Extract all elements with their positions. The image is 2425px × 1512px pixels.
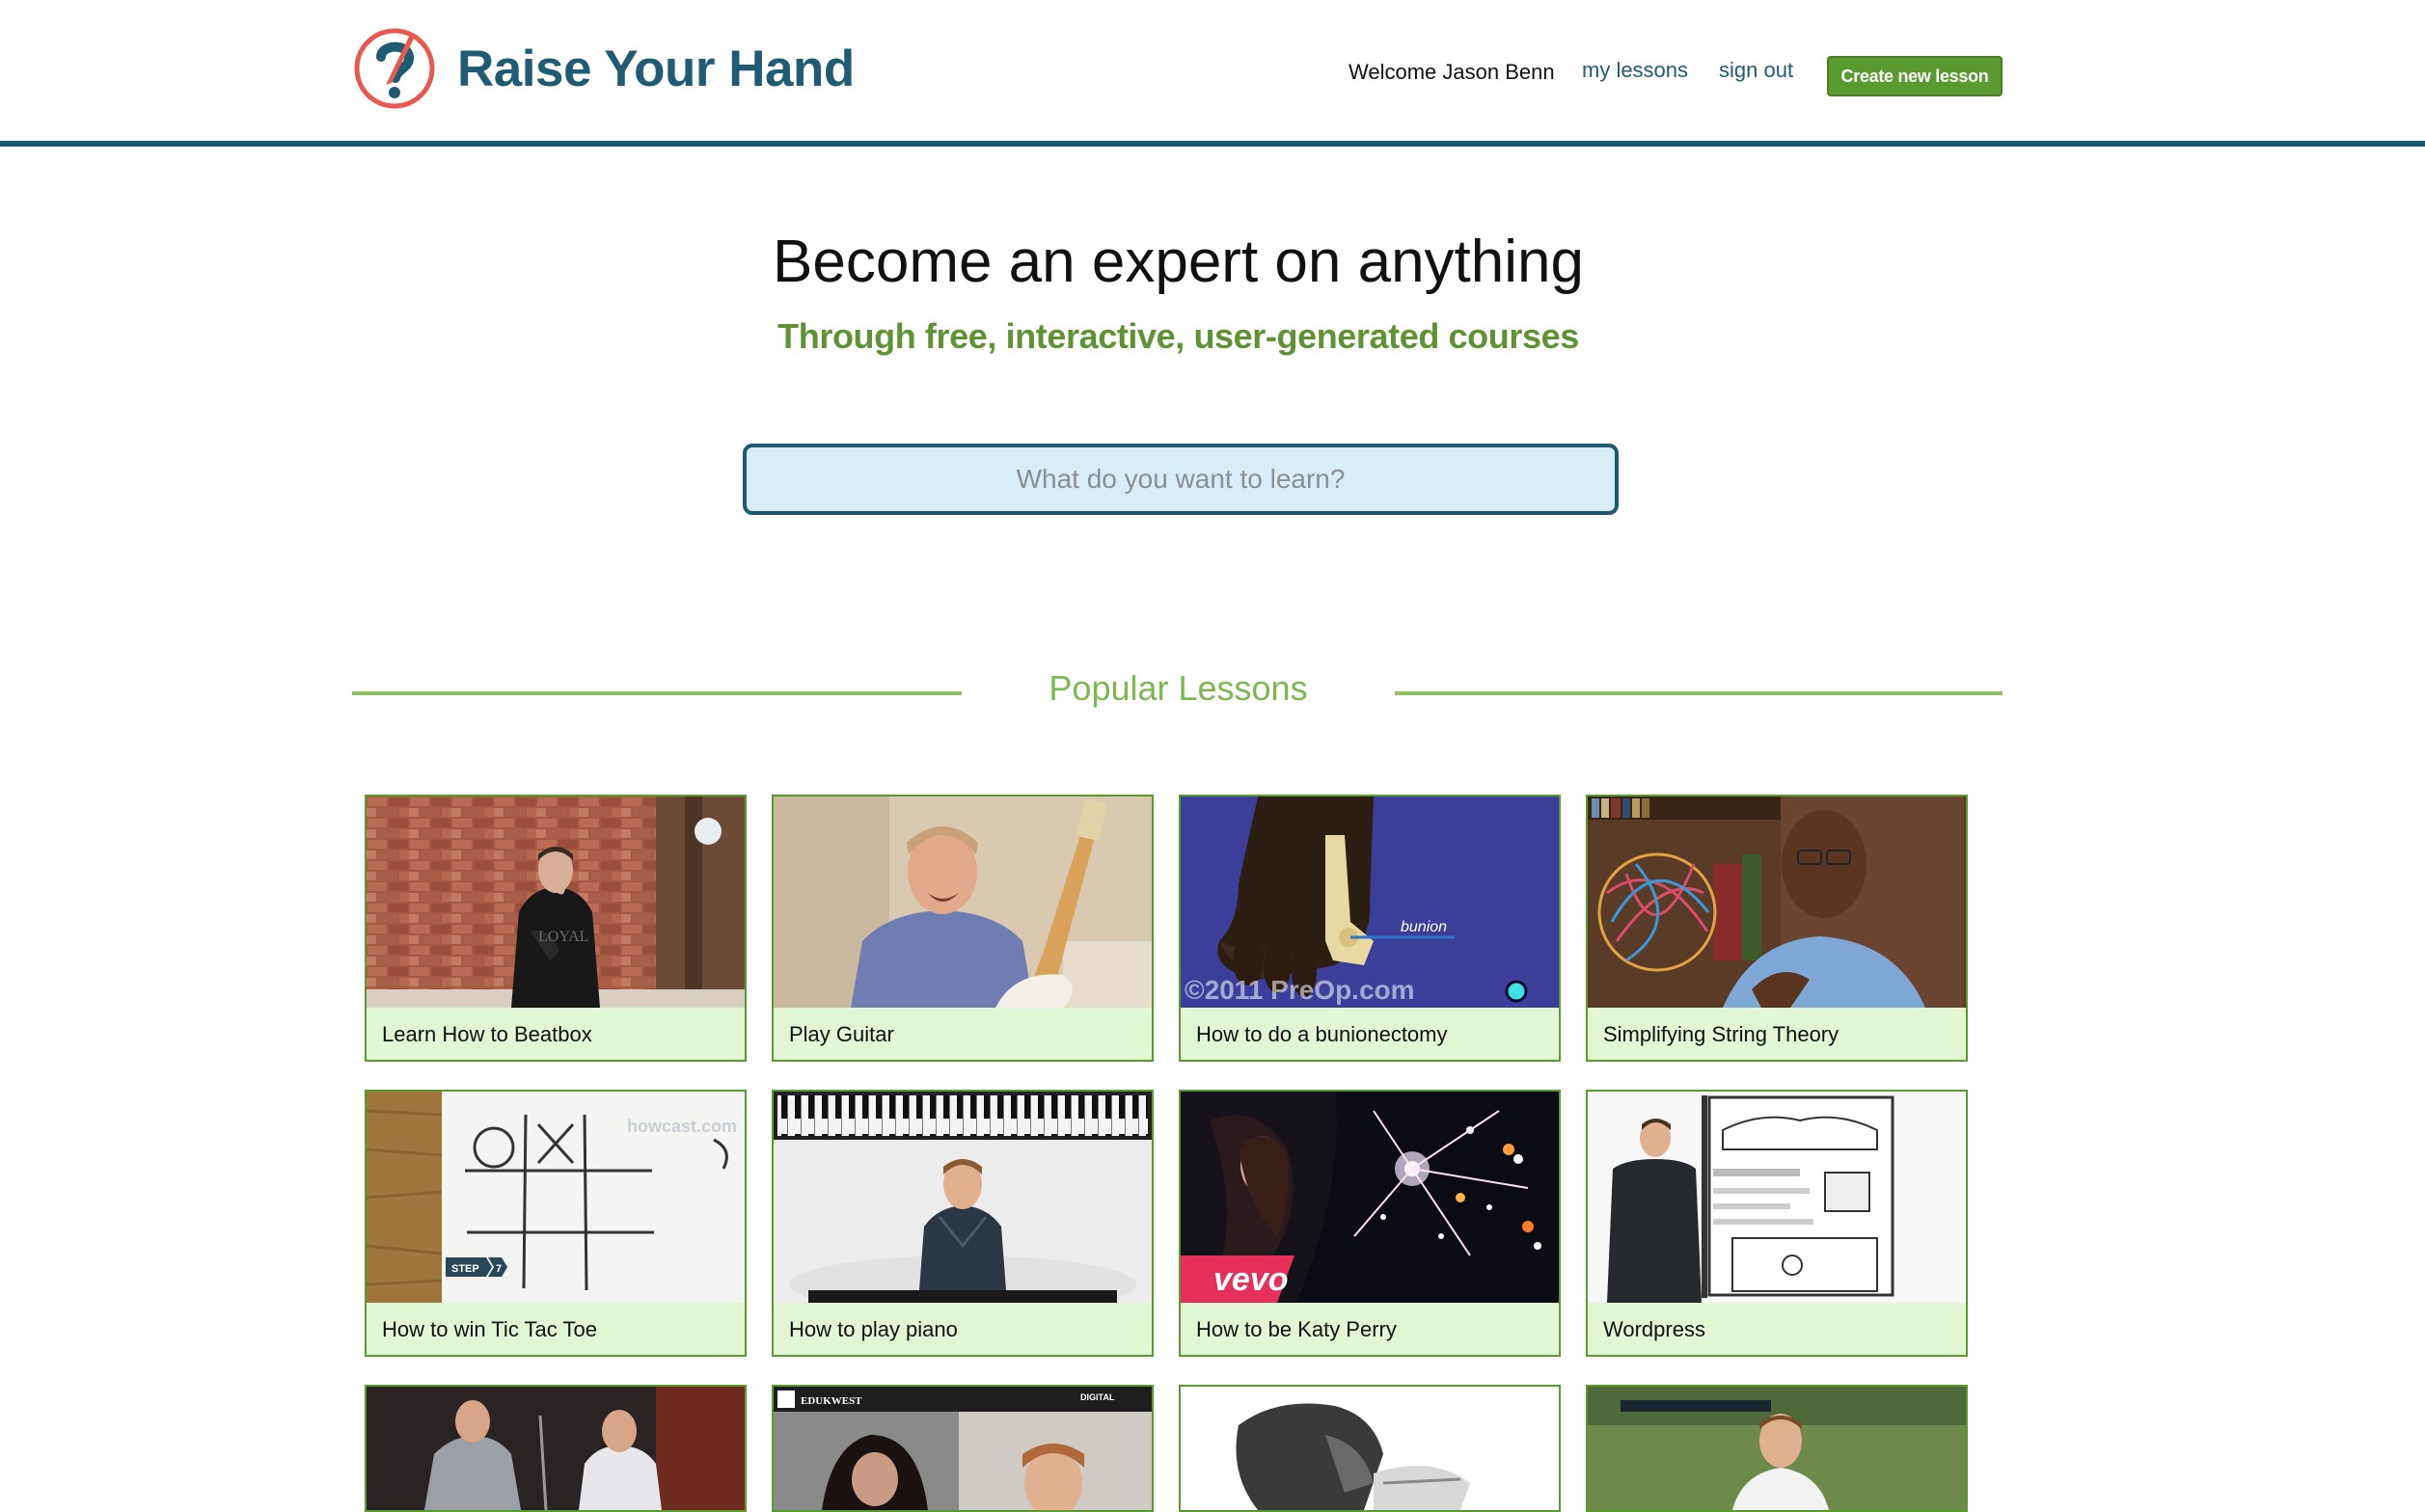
preop-watermark: ©2011 PreOp.com	[1185, 975, 1415, 1005]
lesson-card[interactable]	[365, 1385, 747, 1512]
lesson-thumbnail	[1588, 1092, 1966, 1303]
digital-logo: DIGITAL	[1080, 1392, 1115, 1402]
lesson-thumbnail: vevo	[1181, 1092, 1559, 1303]
lesson-card-guitar[interactable]: Play Guitar	[772, 795, 1154, 1062]
hero-title: Become an expert on anything	[773, 229, 1584, 295]
lesson-title: How to play piano	[789, 1317, 958, 1341]
my-lessons-link[interactable]: my lessons	[1582, 58, 1688, 83]
hero-subtitle: Through free, interactive, user-generate…	[777, 316, 1579, 356]
lesson-title: Play Guitar	[789, 1022, 894, 1046]
search-input[interactable]	[743, 444, 1619, 515]
question-hand-logo-icon	[354, 28, 435, 109]
lesson-card-beatbox[interactable]: LOYAL Learn How to Beatbox	[365, 795, 747, 1062]
top-header: Raise Your Hand Welcome Jason Benn my le…	[0, 0, 2425, 147]
lesson-card-wordpress[interactable]: Wordpress	[1586, 1090, 1968, 1357]
lesson-thumbnail: bunion ©2011 PreOp.com	[1181, 796, 1559, 1008]
welcome-text: Welcome Jason Benn	[1349, 60, 1555, 84]
svg-text:LOYAL: LOYAL	[538, 929, 588, 945]
lesson-card[interactable]	[1179, 1385, 1561, 1512]
vevo-logo: vevo	[1213, 1261, 1289, 1298]
logo-text: Raise Your Hand	[457, 40, 855, 97]
lesson-thumbnail	[1588, 796, 1966, 1008]
lesson-thumbnail	[1588, 1387, 1966, 1510]
lesson-title: How to win Tic Tac Toe	[382, 1317, 597, 1341]
lesson-card-katy-perry[interactable]: vevo How to be Katy Perry	[1179, 1090, 1561, 1357]
lesson-thumbnail	[774, 796, 1152, 1008]
site-logo[interactable]: Raise Your Hand	[351, 25, 855, 112]
lesson-card[interactable]	[1586, 1385, 1968, 1512]
step-number: 7	[496, 1263, 502, 1275]
lesson-thumbnail	[774, 1092, 1152, 1303]
sign-out-link[interactable]: sign out	[1719, 58, 1793, 83]
lesson-title: Simplifying String Theory	[1603, 1022, 1839, 1046]
lesson-title: Learn How to Beatbox	[382, 1022, 592, 1046]
bunion-label: bunion	[1401, 919, 1447, 935]
lesson-title: Wordpress	[1603, 1317, 1705, 1341]
lesson-thumbnail	[367, 1387, 745, 1510]
create-new-lesson-button[interactable]: Create new lesson	[1827, 56, 2003, 96]
lesson-thumbnail: LOYAL	[367, 796, 745, 1008]
lesson-thumbnail: EDUKWEST DIGITAL	[774, 1387, 1152, 1510]
section-divider-left	[352, 691, 962, 695]
lesson-thumbnail	[1181, 1387, 1559, 1510]
lesson-title: How to be Katy Perry	[1196, 1317, 1397, 1341]
edukwest-logo: EDUKWEST	[801, 1395, 862, 1407]
lesson-thumbnail: howcast.com STEP 7	[367, 1092, 745, 1303]
lesson-card[interactable]: EDUKWEST DIGITAL	[772, 1385, 1154, 1512]
section-divider-right	[1395, 691, 2003, 695]
howcast-watermark: howcast.com	[627, 1117, 737, 1136]
lesson-card-tic-tac-toe[interactable]: howcast.com STEP 7 How to win Tic Tac To…	[365, 1090, 747, 1357]
lesson-title: How to do a bunionectomy	[1196, 1022, 1448, 1046]
step-badge: STEP	[451, 1263, 479, 1275]
lesson-card-string-theory[interactable]: Simplifying String Theory	[1586, 795, 1968, 1062]
lesson-card-bunionectomy[interactable]: bunion ©2011 PreOp.com How to do a bunio…	[1179, 795, 1561, 1062]
lesson-card-piano[interactable]: How to play piano	[772, 1090, 1154, 1357]
popular-lessons-heading: Popular Lessons	[1049, 668, 1308, 708]
